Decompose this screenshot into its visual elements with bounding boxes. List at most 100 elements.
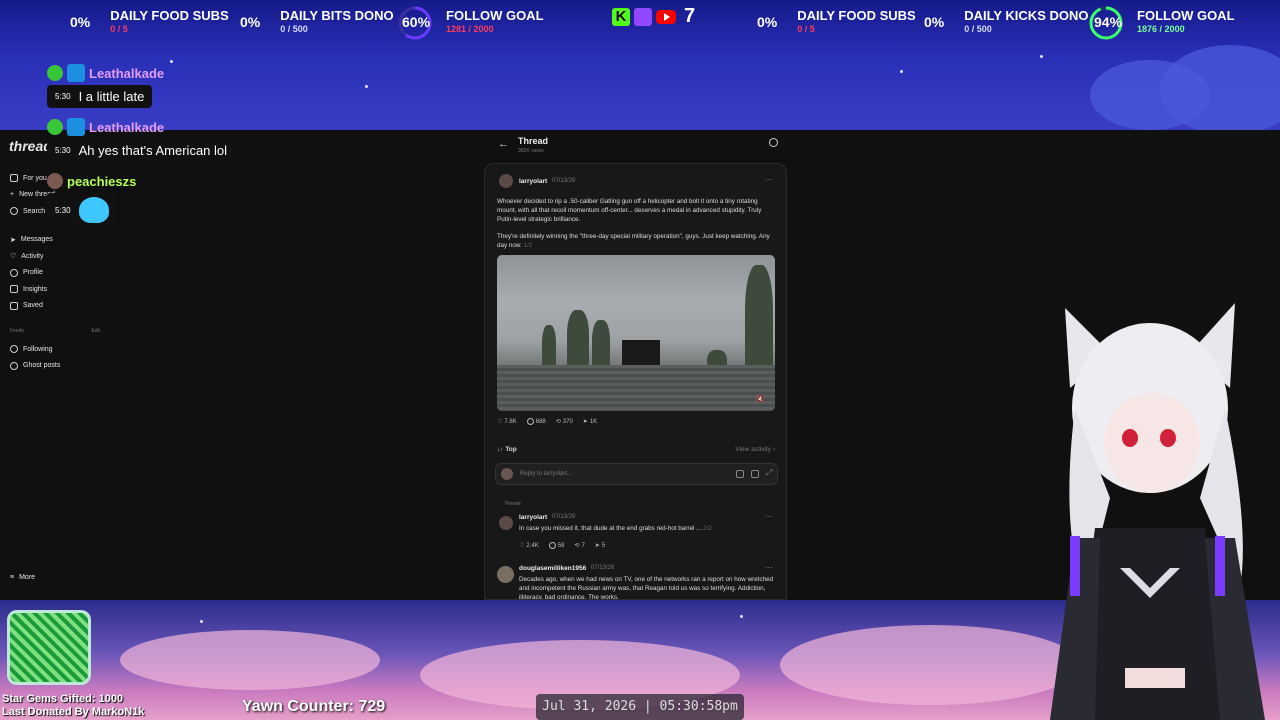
hammer-badge-icon [67, 64, 85, 82]
comment-button[interactable]: 688 [526, 418, 546, 425]
chat-username: Leathalkade [89, 65, 165, 81]
share-button[interactable]: ➤ 5 [594, 542, 606, 550]
goal-title: DAILY KICKS DONO [964, 8, 1089, 23]
reply-stats: ♡ 2.4K 58 ⟲ 7 ➤ 5 [519, 542, 605, 549]
more-options-icon[interactable]: ··· [765, 563, 773, 572]
feed-ghost-posts[interactable]: Ghost posts [10, 358, 60, 375]
feeds-label: Feeds [10, 328, 24, 334]
nav-label: Ghost posts [23, 362, 61, 370]
user-avatar-badge [47, 173, 63, 189]
nav-insights[interactable]: Insights [10, 281, 110, 298]
nav-saved[interactable]: Saved [10, 298, 110, 315]
share-count: 5 [601, 542, 606, 549]
chart-icon [10, 285, 18, 294]
post-text-body: They're definitely winning the "three-da… [497, 233, 770, 249]
ghost-icon [10, 361, 18, 370]
sort-dropdown[interactable]: ↓↑ Top [497, 446, 517, 453]
avatar[interactable] [499, 174, 513, 188]
reply-username[interactable]: larryolart [519, 514, 547, 521]
view-activity-link[interactable]: View activity › [735, 446, 775, 453]
image-icon[interactable] [751, 470, 759, 478]
post-video[interactable]: 🔇 [497, 255, 775, 411]
reply-date: 07/13/26 [552, 514, 576, 520]
goal-percent: 0% [924, 13, 945, 30]
star-decoration [740, 615, 743, 618]
goal-title: DAILY FOOD SUBS [110, 8, 229, 23]
goal-percent: 94% [1094, 13, 1123, 30]
goal-follow-left: 60% FOLLOW GOAL 1281 / 2000 [402, 8, 544, 35]
goal-percent: 0% [240, 13, 261, 30]
feed-following[interactable]: Following [10, 341, 60, 358]
nav-label: Search [23, 207, 46, 215]
goal-title: DAILY BITS DONO [280, 8, 394, 23]
star-decoration [900, 70, 903, 73]
search-icon [10, 207, 18, 216]
thread-header: ← Thread 382K views [498, 136, 778, 158]
post-text: Whoever decided to rip a .50-caliber Gat… [497, 198, 762, 223]
yawn-counter: Yawn Counter: 729 [242, 698, 386, 715]
comment-button[interactable]: 58 [548, 542, 565, 549]
nav-activity[interactable]: ♡ Activity [10, 248, 110, 265]
options-icon[interactable] [769, 138, 778, 147]
bookmark-icon [10, 301, 18, 310]
menu-icon: ≡ [10, 574, 15, 581]
edit-feeds-link[interactable]: Edit [91, 328, 100, 334]
vtuber-avatar [1050, 303, 1265, 720]
back-arrow-icon[interactable]: ← [498, 138, 509, 150]
heart-badge-icon [47, 65, 63, 81]
share-button[interactable]: ➤ 1K [583, 418, 597, 426]
cat-emote-icon [78, 197, 109, 223]
mute-icon[interactable]: 🔇 [756, 395, 765, 403]
nav-profile[interactable]: Profile [10, 265, 110, 282]
hammer-badge-icon [67, 118, 85, 136]
nav-label: For you [23, 174, 47, 182]
pinned-label: Pinned [505, 501, 521, 507]
avatar[interactable] [499, 516, 513, 530]
star-decoration [200, 620, 203, 623]
thread-title: Thread [518, 136, 549, 146]
repost-count: 370 [562, 418, 573, 425]
platform-icons: K 7 [612, 5, 695, 28]
goal-title: FOLLOW GOAL [1137, 8, 1235, 23]
avatar[interactable] [497, 566, 514, 583]
expand-icon[interactable]: ⤢ [766, 468, 774, 477]
reply-input[interactable]: Reply to larryolart... ⤢ [495, 463, 778, 485]
nav-messages[interactable]: ➤ Messages [10, 232, 110, 249]
fence-shape [497, 365, 775, 411]
heart-icon: ♡ [497, 419, 503, 425]
goal-sub: 0 / 5 [797, 24, 815, 34]
chat-username-row: peachieszs [47, 171, 136, 191]
more-menu[interactable]: ≡ More [10, 574, 35, 581]
star-gems-gifted: Star Gems Gifted: 1000 [2, 693, 124, 705]
goal-sub: 1281 / 2000 [446, 24, 494, 34]
chat-text: Ah yes that's American lol [78, 143, 228, 158]
nav-label: Profile [23, 269, 43, 277]
reply-text-body: In case you missed it, that dude at the … [519, 525, 702, 532]
like-button[interactable]: ♡ 2.4K [519, 542, 539, 550]
goal-kicks-dono: 0% DAILY KICKS DONO 0 / 500 [924, 8, 1088, 35]
comment-count: 58 [557, 542, 565, 549]
repost-button[interactable]: ⟲ 370 [556, 418, 573, 426]
post-username[interactable]: larryolart [519, 178, 547, 185]
more-options-icon[interactable]: ··· [765, 175, 773, 184]
goal-sub: 0 / 500 [964, 24, 992, 34]
chat-time: 5:30 [55, 205, 71, 215]
repost-button[interactable]: ⟲ 7 [574, 542, 584, 550]
star-decoration [365, 85, 368, 88]
comment-icon [548, 542, 556, 549]
reply-username[interactable]: douglasemilliken1956 [519, 565, 586, 572]
thread-card: larryolart 07/13/26 ··· Whoever decided … [484, 163, 787, 600]
platform-count: 7 [684, 5, 696, 27]
more-options-icon[interactable]: ··· [765, 512, 773, 521]
goal-sub: 0 / 500 [280, 24, 308, 34]
gif-icon[interactable] [736, 470, 744, 478]
nav-label: Saved [23, 302, 43, 310]
nav-label: Activity [21, 252, 44, 260]
send-icon: ➤ [10, 236, 16, 244]
twitch-icon [634, 7, 652, 26]
cloud-decoration [1160, 45, 1280, 130]
goal-percent: 0% [757, 13, 778, 30]
thread-views: 382K views [518, 148, 544, 154]
like-button[interactable]: ♡ 7.8K [497, 418, 517, 426]
share-icon: ➤ [594, 543, 600, 549]
